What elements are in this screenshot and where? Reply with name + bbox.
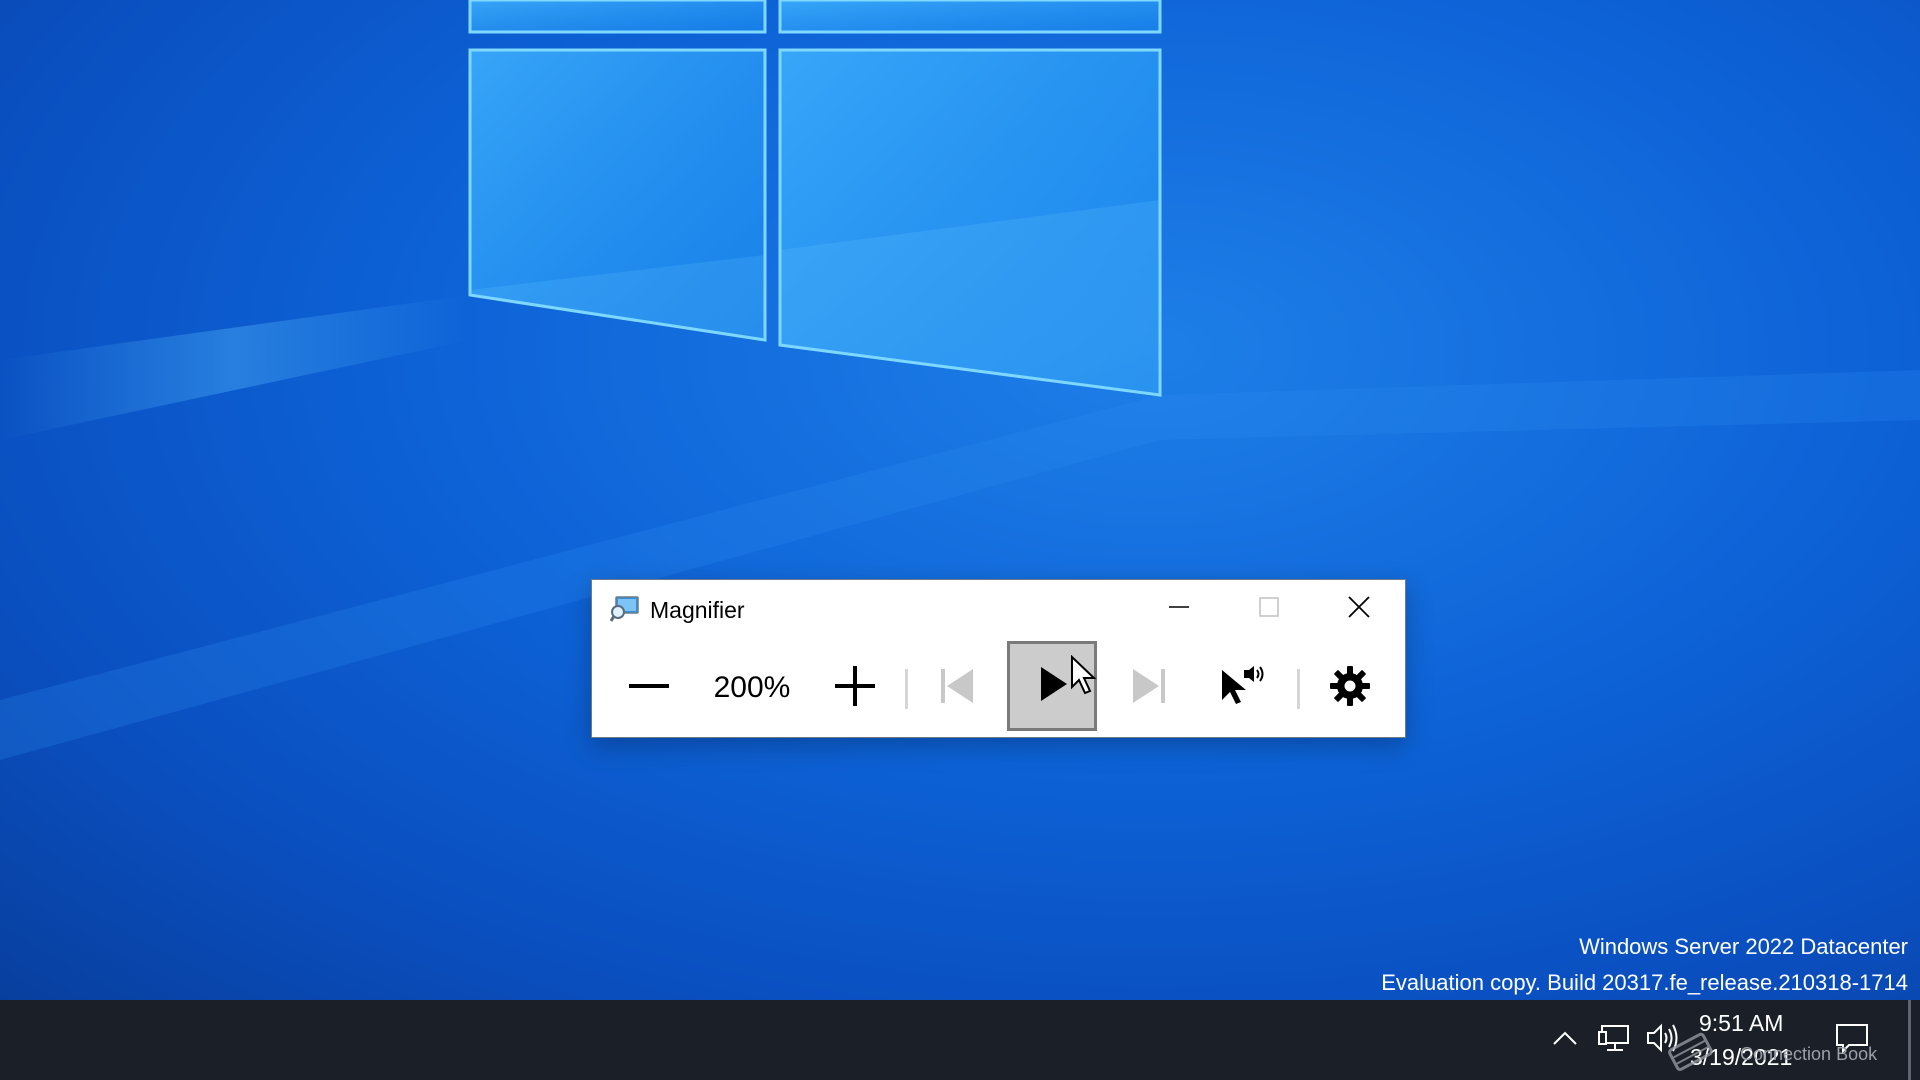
magnifier-titlebar[interactable]: Magnifier	[592, 580, 1405, 638]
plus-icon	[833, 664, 877, 713]
edition-watermark: Windows Server 2022 Datacenter	[1579, 934, 1908, 959]
close-icon	[1347, 595, 1371, 624]
toolbar-separator	[1297, 669, 1300, 709]
zoom-in-button[interactable]	[810, 638, 900, 738]
minimize-icon	[1168, 596, 1190, 623]
read-from-here-button[interactable]	[1192, 638, 1292, 738]
maximize-button	[1224, 580, 1314, 638]
mouse-cursor	[1071, 655, 1097, 695]
play-icon	[1035, 664, 1069, 709]
zoom-level: 200%	[713, 671, 791, 704]
show-desktop-button[interactable]	[1908, 1000, 1911, 1080]
network-tray-button[interactable]	[1590, 1000, 1640, 1080]
skip-forward-icon	[1129, 666, 1169, 711]
notebook-overlay	[1660, 1026, 1720, 1080]
settings-button[interactable]	[1305, 638, 1395, 738]
read-next-button[interactable]	[1104, 638, 1194, 738]
gear-icon	[1329, 665, 1371, 712]
show-hidden-icons-button[interactable]	[1545, 1000, 1585, 1080]
window-title: Magnifier	[650, 597, 745, 623]
pointer-speaker-icon	[1218, 664, 1266, 713]
action-center-button[interactable]	[1822, 1000, 1882, 1080]
overlay-label: Connection Book	[1740, 1044, 1878, 1064]
magnifier-toolbar: 200%	[592, 638, 1405, 738]
read-previous-button[interactable]	[912, 638, 1002, 738]
toolbar-separator	[905, 669, 908, 709]
build-watermark: Evaluation copy. Build 20317.fe_release.…	[1381, 970, 1908, 995]
minus-icon	[627, 664, 671, 713]
desktop-background	[0, 0, 1920, 1000]
maximize-icon	[1258, 596, 1280, 623]
minimize-button[interactable]	[1134, 580, 1224, 638]
taskbar: 9:51 AM 3/19/2021	[0, 1000, 1920, 1080]
zoom-out-button[interactable]	[604, 638, 694, 738]
close-button[interactable]	[1314, 580, 1404, 638]
magnifier-app-icon	[609, 596, 640, 622]
skip-back-icon	[937, 666, 977, 711]
notebook-icon	[1665, 1029, 1715, 1078]
magnifier-window: Magnifier 200%	[591, 579, 1406, 738]
windows-logo-wallpaper	[0, 0, 1920, 760]
network-icon	[1598, 1023, 1632, 1058]
chevron-up-icon	[1552, 1030, 1578, 1051]
